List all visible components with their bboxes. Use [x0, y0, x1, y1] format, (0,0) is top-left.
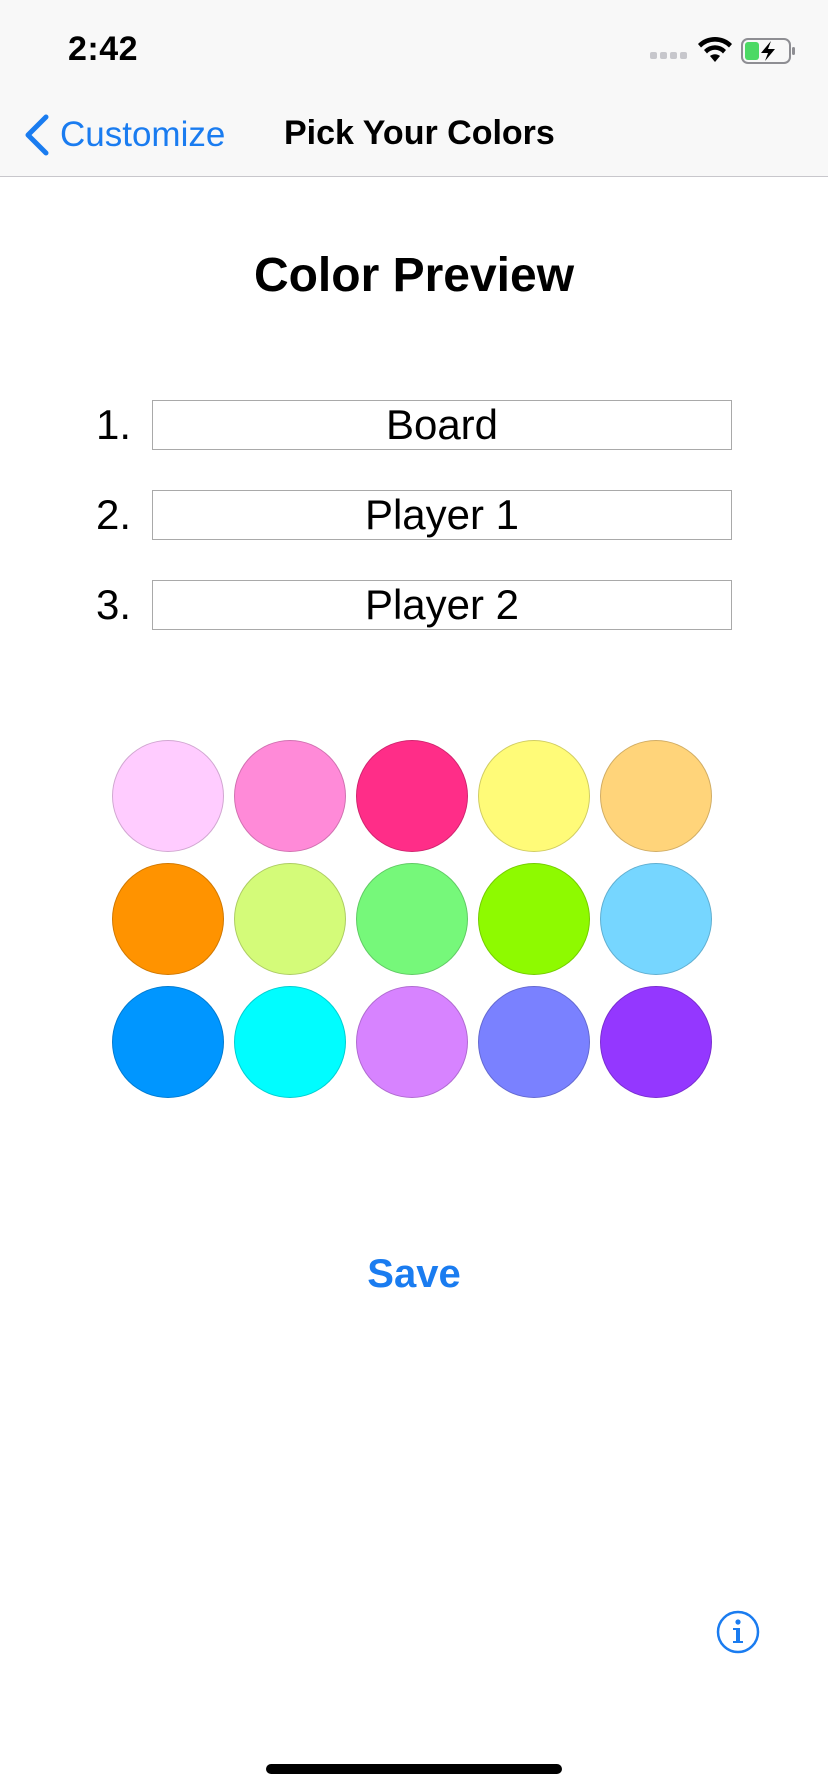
color-swatch[interactable] [600, 740, 712, 852]
player-1-color-field[interactable]: Player 1 [152, 490, 732, 540]
chevron-left-icon [25, 114, 49, 156]
status-bar: 2:42 [0, 0, 828, 96]
wifi-icon [698, 36, 732, 62]
home-indicator [266, 1764, 562, 1774]
color-swatch[interactable] [356, 863, 468, 975]
preview-row-player-2: 3. Player 2 [96, 580, 732, 630]
row-number: 2. [96, 491, 132, 538]
player-2-color-field[interactable]: Player 2 [152, 580, 732, 630]
status-time: 2:42 [68, 30, 139, 68]
back-button[interactable]: Customize [22, 110, 225, 160]
color-swatch[interactable] [234, 740, 346, 852]
board-color-field[interactable]: Board [152, 400, 732, 450]
color-swatch[interactable] [234, 863, 346, 975]
color-swatch[interactable] [112, 986, 224, 1098]
color-swatch[interactable] [356, 740, 468, 852]
color-swatch[interactable] [234, 986, 346, 1098]
color-swatch[interactable] [478, 740, 590, 852]
color-preview-title: Color Preview [253, 249, 575, 302]
preview-row-board: 1. Board [96, 400, 732, 450]
color-swatch[interactable] [478, 863, 590, 975]
color-swatch[interactable] [356, 986, 468, 1098]
cellular-signal-icon [650, 52, 690, 64]
row-number: 3. [96, 581, 132, 628]
battery-charging-icon [741, 38, 795, 64]
color-swatch[interactable] [112, 740, 224, 852]
save-button[interactable]: Save [0, 1252, 828, 1297]
navigation-bar: Customize Pick Your Colors [0, 96, 828, 177]
back-button-label: Customize [60, 115, 226, 154]
preview-row-player-1: 2. Player 1 [96, 490, 732, 540]
color-swatch[interactable] [478, 986, 590, 1098]
page-title: Pick Your Colors [284, 114, 555, 152]
row-number: 1. [96, 401, 132, 448]
color-swatch[interactable] [112, 863, 224, 975]
color-swatch[interactable] [600, 986, 712, 1098]
color-swatch[interactable] [600, 863, 712, 975]
info-icon[interactable] [716, 1610, 760, 1654]
